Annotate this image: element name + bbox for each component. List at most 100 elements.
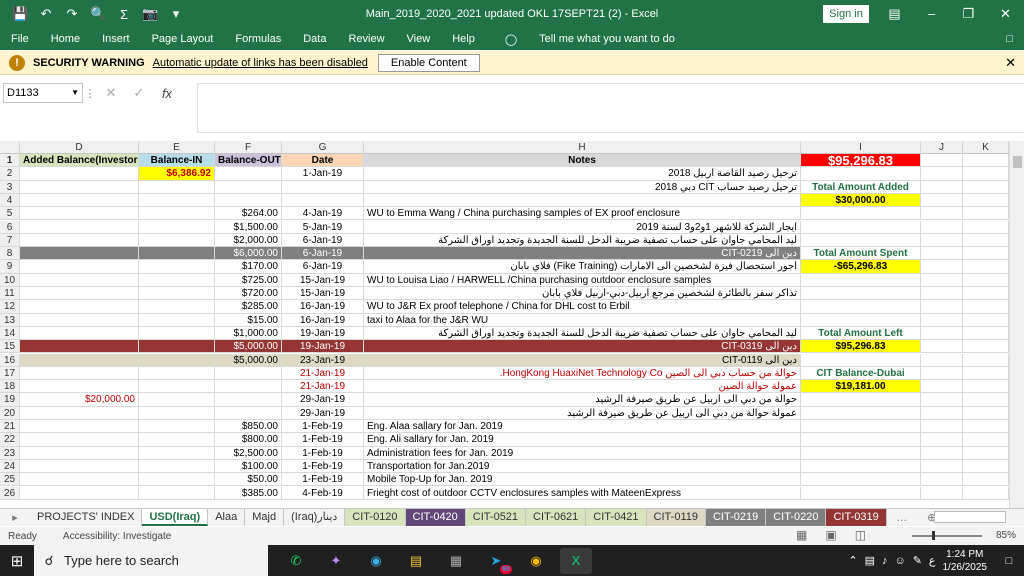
- row-header[interactable]: 22: [0, 433, 20, 447]
- cell-f[interactable]: $5,000.00: [215, 340, 282, 354]
- total-balance-cell[interactable]: $95,296.83: [801, 154, 921, 168]
- cell-k[interactable]: [963, 326, 1009, 341]
- row-header[interactable]: 14: [0, 326, 20, 341]
- row-header[interactable]: 2: [0, 167, 20, 181]
- cell-k[interactable]: [963, 380, 1009, 394]
- cell-e[interactable]: [139, 473, 215, 487]
- column-header-h[interactable]: H: [364, 141, 801, 154]
- cell-f[interactable]: $2,500.00: [215, 446, 282, 460]
- cell-i[interactable]: $95,296.83: [801, 340, 921, 354]
- cell-e[interactable]: [139, 300, 215, 314]
- cell-g[interactable]: 15-Jan-19: [282, 273, 364, 287]
- name-box[interactable]: D1133 ▼: [3, 83, 83, 103]
- file-explorer-icon[interactable]: ▤: [400, 548, 432, 574]
- cell-j[interactable]: [921, 326, 963, 341]
- cell-j[interactable]: [921, 459, 963, 474]
- column-header-e[interactable]: E: [139, 141, 215, 154]
- header-cell-notes[interactable]: Notes: [364, 154, 801, 168]
- row-header[interactable]: 19: [0, 393, 20, 407]
- restore-icon[interactable]: ❐: [950, 0, 987, 28]
- cell-i[interactable]: [801, 167, 921, 181]
- cell-d[interactable]: [20, 366, 139, 381]
- cell-i[interactable]: -$65,296.83: [801, 260, 921, 274]
- cell-i[interactable]: Total Amount Left: [801, 326, 921, 341]
- language-indicator[interactable]: ع: [929, 554, 936, 567]
- cell-i[interactable]: [801, 300, 921, 314]
- cell-h[interactable]: ترحيل رصيد حساب CIT دبي 2018: [364, 180, 801, 194]
- cell-h[interactable]: taxi to Alaa for the J&R WU: [364, 313, 801, 327]
- cell-h[interactable]: Administration fees for Jan. 2019: [364, 446, 801, 460]
- ribbon-tab-insert[interactable]: Insert: [91, 33, 141, 45]
- sheet-tab[interactable]: CIT-0621: [526, 509, 587, 526]
- cell-h[interactable]: اجور استحصال فيزة لشخصين الى الامارات (F…: [364, 260, 801, 274]
- cell-j[interactable]: [921, 420, 963, 434]
- row-header[interactable]: 6: [0, 220, 20, 234]
- row-header[interactable]: 5: [0, 207, 20, 221]
- cell-j[interactable]: [921, 193, 963, 208]
- row-header[interactable]: 15: [0, 340, 20, 354]
- cell-h[interactable]: ليد المحامي جاوان على حساب تصفية ضريبة ا…: [364, 326, 801, 341]
- cell-i[interactable]: [801, 287, 921, 301]
- cell-d[interactable]: [20, 459, 139, 474]
- accessibility-status[interactable]: Accessibility: Investigate: [63, 531, 171, 542]
- cell-i[interactable]: Total Amount Spent: [801, 247, 921, 261]
- save-icon[interactable]: 💾: [12, 6, 28, 22]
- sign-in-button[interactable]: Sign in: [823, 5, 869, 23]
- cell-e[interactable]: [139, 420, 215, 434]
- row-header[interactable]: 3: [0, 180, 20, 194]
- copilot-icon[interactable]: ✦: [320, 548, 352, 574]
- cell-h[interactable]: ايجار الشركة للاشهر 1و2و3 لسنة 2019: [364, 220, 801, 234]
- sheet-tab[interactable]: CIT-0421: [586, 509, 647, 526]
- cell-d[interactable]: [20, 193, 139, 208]
- row-header[interactable]: 18: [0, 380, 20, 394]
- cell-g[interactable]: 1-Feb-19: [282, 473, 364, 487]
- cell-k[interactable]: [963, 486, 1009, 500]
- cell-g[interactable]: 6-Jan-19: [282, 233, 364, 248]
- cell-f[interactable]: [215, 180, 282, 194]
- column-header-f[interactable]: F: [215, 141, 282, 154]
- cell-h[interactable]: حوالة من حساب دبي الى الصين HongKong Hua…: [364, 366, 801, 381]
- cell-e[interactable]: $6,386.92: [139, 167, 215, 181]
- cell-j[interactable]: [921, 247, 963, 261]
- cell-j[interactable]: [921, 353, 963, 367]
- sheet-tab[interactable]: CIT-0120: [345, 509, 406, 526]
- cell-j[interactable]: [921, 180, 963, 194]
- cell-j[interactable]: [921, 473, 963, 487]
- cell-d[interactable]: [20, 340, 139, 354]
- cell-d[interactable]: [20, 220, 139, 234]
- cell-d[interactable]: [20, 313, 139, 327]
- column-header-k[interactable]: K: [963, 141, 1009, 154]
- cell-g[interactable]: [282, 193, 364, 208]
- row-header[interactable]: 12: [0, 300, 20, 314]
- cell-e[interactable]: [139, 380, 215, 394]
- cell-e[interactable]: [139, 313, 215, 327]
- ribbon-tab-file[interactable]: File: [0, 33, 40, 45]
- cell-f[interactable]: $100.00: [215, 459, 282, 474]
- row-header[interactable]: 23: [0, 446, 20, 460]
- cell-j[interactable]: [921, 446, 963, 460]
- cell-g[interactable]: 21-Jan-19: [282, 380, 364, 394]
- page-break-view-icon[interactable]: ◫: [855, 528, 866, 542]
- cell-d[interactable]: [20, 233, 139, 248]
- cell-d[interactable]: [20, 273, 139, 287]
- redo-icon[interactable]: ↷: [64, 6, 80, 22]
- cell-g[interactable]: 16-Jan-19: [282, 300, 364, 314]
- row-header[interactable]: 17: [0, 366, 20, 381]
- row-header[interactable]: 16: [0, 353, 20, 367]
- cell-d[interactable]: [20, 326, 139, 341]
- cell-f[interactable]: $2,000.00: [215, 233, 282, 248]
- ribbon-tab-formulas[interactable]: Formulas: [224, 33, 292, 45]
- cell-h[interactable]: دين الى CIT-0219: [364, 247, 801, 261]
- cell-h[interactable]: Transportation for Jan.2019: [364, 459, 801, 474]
- cell-i[interactable]: [801, 486, 921, 500]
- cell-d[interactable]: [20, 433, 139, 447]
- chrome-icon[interactable]: ◉: [520, 548, 552, 574]
- sheet-tab[interactable]: PROJECTS' INDEX: [30, 509, 143, 526]
- cell-j[interactable]: [921, 340, 963, 354]
- cell-h[interactable]: تذاكر سفر بالطائرة لشخصين مرجع اربيل-دبي…: [364, 287, 801, 301]
- cell-i[interactable]: CIT Balance-Dubai: [801, 366, 921, 381]
- zoom-slider[interactable]: [912, 531, 982, 540]
- cell-j[interactable]: [921, 393, 963, 407]
- row-header[interactable]: 1: [0, 154, 20, 168]
- sum-icon[interactable]: Σ: [116, 7, 132, 22]
